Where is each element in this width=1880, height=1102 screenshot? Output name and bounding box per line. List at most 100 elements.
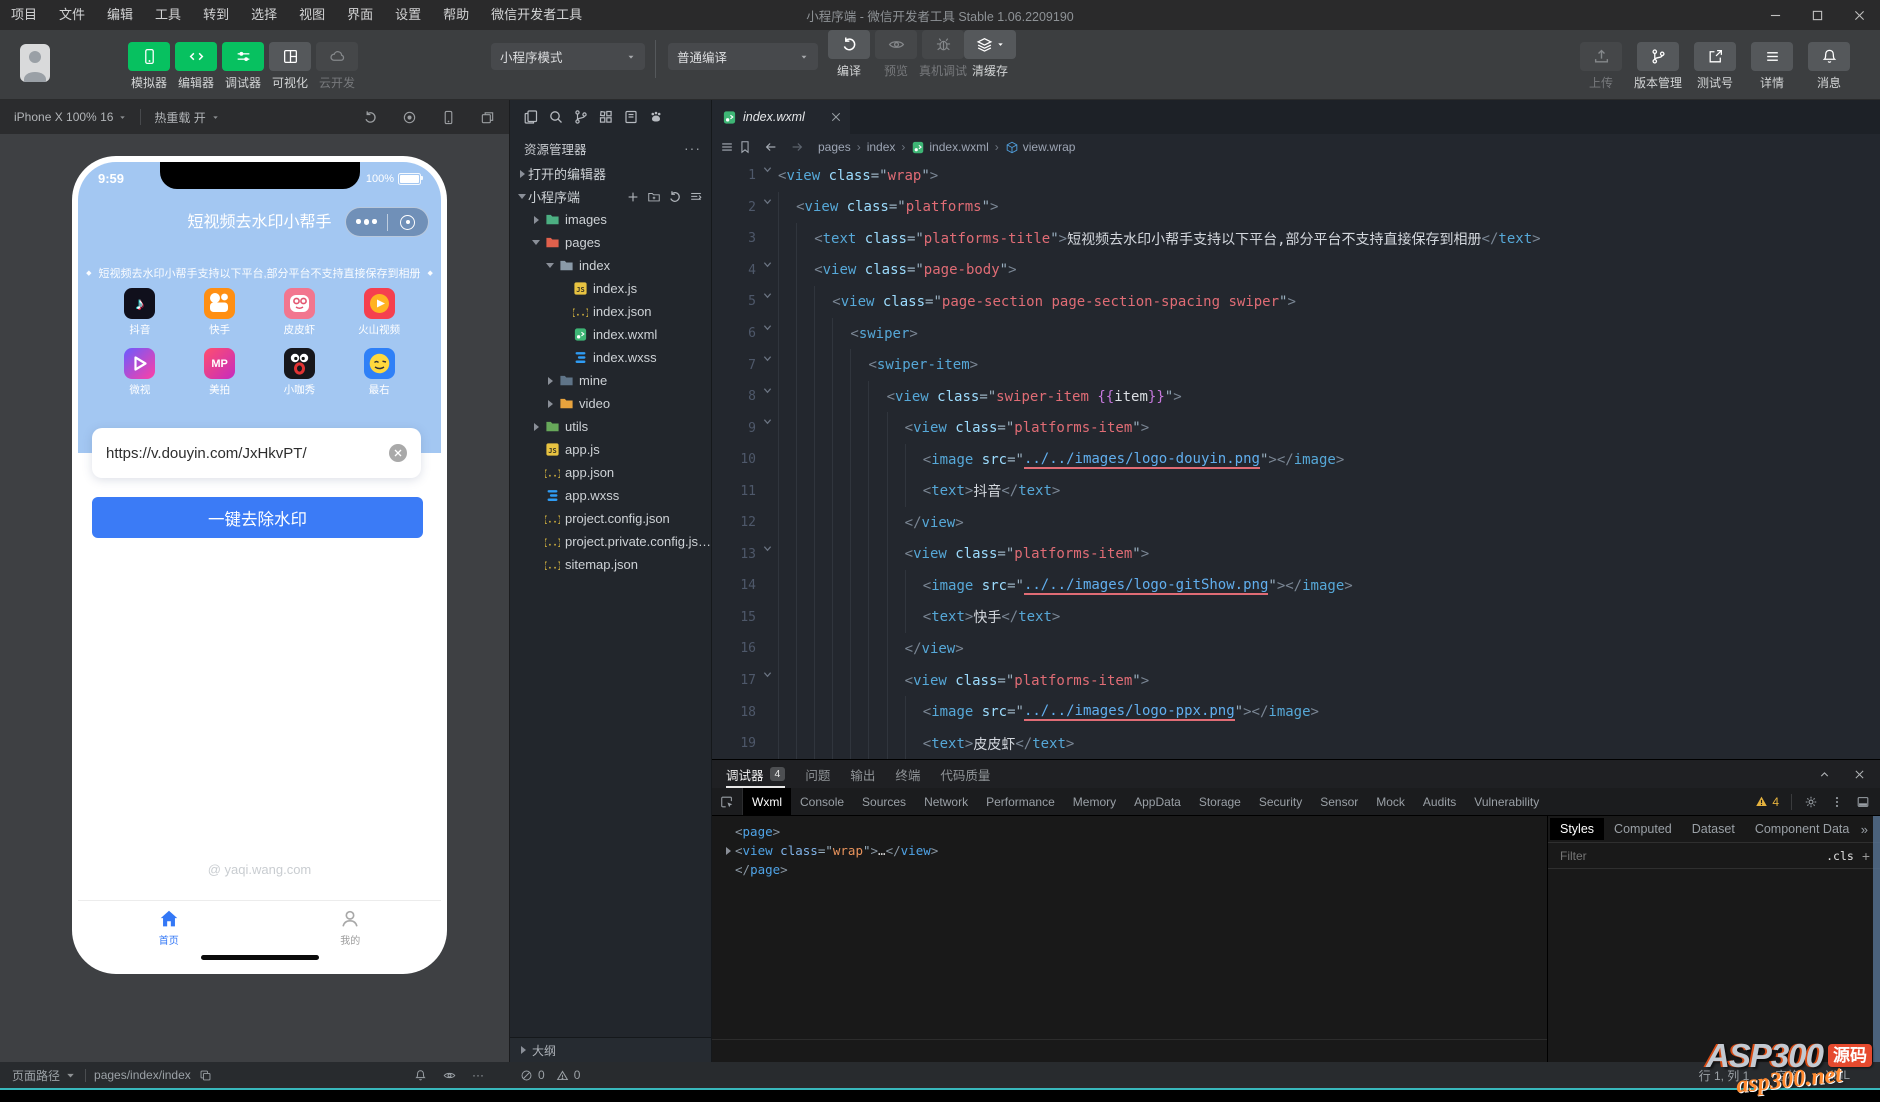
- platform-app-xiaokaxiu[interactable]: 小咖秀: [260, 348, 340, 397]
- devtools-tab-storage[interactable]: Storage: [1190, 788, 1250, 815]
- hot-reload-toggle[interactable]: 热重载 开: [154, 109, 219, 126]
- git-branch-icon[interactable]: [573, 109, 589, 125]
- compile-mode-select[interactable]: 普通编译: [668, 43, 818, 70]
- menu-item[interactable]: 视图: [288, 0, 336, 30]
- navigate-back-icon[interactable]: [764, 140, 778, 154]
- styles-filter-input[interactable]: [1558, 847, 1819, 864]
- tree-item-utils[interactable]: utils: [510, 415, 711, 438]
- more-options-icon[interactable]: [1830, 795, 1844, 809]
- menu-item[interactable]: 转到: [192, 0, 240, 30]
- eye-icon[interactable]: [443, 1069, 456, 1082]
- messages-button[interactable]: 消息: [1801, 30, 1857, 91]
- styles-tab-component-data[interactable]: Component Data: [1745, 818, 1860, 840]
- wxml-node[interactable]: < page >: [722, 822, 1547, 841]
- tree-item-project.private.config.js[interactable]: {..} project.private.config.js…: [510, 530, 711, 553]
- avatar[interactable]: [20, 44, 50, 82]
- collapse-icon[interactable]: [689, 190, 703, 204]
- tree-item-video[interactable]: video: [510, 392, 711, 415]
- notifications-icon[interactable]: [414, 1069, 427, 1082]
- clear-input-button[interactable]: [389, 444, 407, 462]
- tab-index-wxml[interactable]: index.wxml: [712, 100, 850, 134]
- outline-section[interactable]: 大纲: [510, 1037, 711, 1062]
- bookmark-icon[interactable]: [738, 140, 752, 154]
- tree-item-app.json[interactable]: {..} app.json: [510, 461, 711, 484]
- problems-group[interactable]: 0 0: [520, 1062, 580, 1088]
- capsule-close-button[interactable]: [388, 214, 429, 230]
- styles-tab-dataset[interactable]: Dataset: [1682, 818, 1745, 840]
- devtools-tab-memory[interactable]: Memory: [1064, 788, 1125, 815]
- scrollbar[interactable]: [1873, 816, 1880, 1062]
- devtools-tab-mock[interactable]: Mock: [1367, 788, 1414, 815]
- platform-app-douyin[interactable]: ♪ 抖音: [100, 288, 180, 337]
- plus-icon[interactable]: [626, 190, 640, 204]
- refresh-icon[interactable]: [668, 190, 682, 204]
- page-path-select[interactable]: 页面路径: [12, 1067, 77, 1084]
- styles-tab-computed[interactable]: Computed: [1604, 818, 1682, 840]
- more-actions-icon[interactable]: ···: [684, 140, 701, 156]
- visualize-button[interactable]: 可视化: [267, 30, 313, 91]
- menu-item[interactable]: 编辑: [96, 0, 144, 30]
- menu-item[interactable]: 项目: [0, 0, 48, 30]
- editor-button[interactable]: 编辑器: [173, 30, 219, 91]
- extensions-icon[interactable]: [598, 109, 614, 125]
- devtools-tab-performance[interactable]: Performance: [977, 788, 1064, 815]
- wxml-node[interactable]: </page >: [722, 860, 1547, 879]
- devtools-tab-sensor[interactable]: Sensor: [1311, 788, 1367, 815]
- files-icon[interactable]: [523, 109, 539, 125]
- platform-app-huoshan[interactable]: 火山视频: [339, 288, 419, 337]
- device-select[interactable]: iPhone X 100% 16: [14, 110, 127, 124]
- test-account-button[interactable]: 测试号: [1687, 30, 1743, 91]
- tree-item-index.wxml[interactable]: index.wxml: [510, 323, 711, 346]
- cls-button[interactable]: .cls: [1826, 849, 1854, 863]
- tree-item-index.json[interactable]: {..} index.json: [510, 300, 711, 323]
- debugger-button[interactable]: 调试器: [220, 30, 266, 91]
- breadcrumb-item[interactable]: view.wrap: [1005, 140, 1075, 154]
- debugger-tab-调试器[interactable]: 调试器 4: [726, 760, 786, 788]
- tree-item-index.js[interactable]: JS index.js: [510, 277, 711, 300]
- menu-item[interactable]: 选择: [240, 0, 288, 30]
- code-editor[interactable]: 1 < view class =" wrap " >2 < view class =" platfo…: [712, 160, 1880, 759]
- tree-item-app.js[interactable]: JS app.js: [510, 438, 711, 461]
- debugger-tab-终端[interactable]: 终端: [895, 760, 920, 788]
- menu-item[interactable]: 设置: [384, 0, 432, 30]
- devtools-tab-appdata[interactable]: AppData: [1125, 788, 1190, 815]
- wxml-tree-pane[interactable]: < page > < view class =" wrap " >… </view > </page >: [712, 816, 1547, 1062]
- remove-watermark-button[interactable]: 一键去除水印: [92, 497, 423, 538]
- minimize-button[interactable]: [1754, 0, 1796, 30]
- devtools-tab-console[interactable]: Console: [791, 788, 853, 815]
- miniapp-tab-house[interactable]: 首页: [78, 901, 260, 953]
- maximize-button[interactable]: [1796, 0, 1838, 30]
- details-button[interactable]: 详情: [1744, 30, 1800, 91]
- home-indicator[interactable]: [200, 955, 319, 960]
- tree-item-app.wxss[interactable]: app.wxss: [510, 484, 711, 507]
- more-icon[interactable]: ···: [472, 1068, 484, 1082]
- platform-app-weishi[interactable]: 微视: [100, 348, 180, 397]
- close-button[interactable]: [1838, 0, 1880, 30]
- menu-item[interactable]: 微信开发者工具: [480, 0, 593, 30]
- tree-item-project.config.json[interactable]: {..} project.config.json: [510, 507, 711, 530]
- devtools-tab-audits[interactable]: Audits: [1414, 788, 1465, 815]
- new-folder-icon[interactable]: [647, 190, 661, 204]
- platform-app-kuaishou[interactable]: 快手: [180, 288, 260, 337]
- tree-item-mine[interactable]: mine: [510, 369, 711, 392]
- menu-item[interactable]: 界面: [336, 0, 384, 30]
- devtools-tab-security[interactable]: Security: [1250, 788, 1311, 815]
- dock-side-icon[interactable]: [1856, 795, 1870, 809]
- platform-app-zuiyou[interactable]: 最右: [339, 348, 419, 397]
- preview-button[interactable]: 预览: [873, 30, 919, 79]
- styles-tab-styles[interactable]: Styles: [1550, 818, 1605, 840]
- devtools-tab-wxml[interactable]: Wxml: [743, 788, 791, 815]
- menu-item[interactable]: 文件: [48, 0, 96, 30]
- miniapp-tab-person[interactable]: 我的: [260, 901, 442, 953]
- add-style-button[interactable]: +: [1862, 848, 1870, 864]
- wxml-node[interactable]: < view class =" wrap " >… </view >: [722, 841, 1547, 860]
- panel-expand-icon[interactable]: [1818, 768, 1831, 781]
- platform-app-meipai[interactable]: MP 美拍: [180, 348, 260, 397]
- settings-icon[interactable]: [1804, 795, 1818, 809]
- close-tab-icon[interactable]: [831, 112, 841, 122]
- upload-button[interactable]: 上传: [1573, 30, 1629, 91]
- devtools-tab-vulnerability[interactable]: Vulnerability: [1465, 788, 1548, 815]
- mode-select[interactable]: 小程序模式: [491, 43, 645, 70]
- debugger-tab-代码质量[interactable]: 代码质量: [940, 760, 990, 788]
- tree-item-images[interactable]: images: [510, 208, 711, 231]
